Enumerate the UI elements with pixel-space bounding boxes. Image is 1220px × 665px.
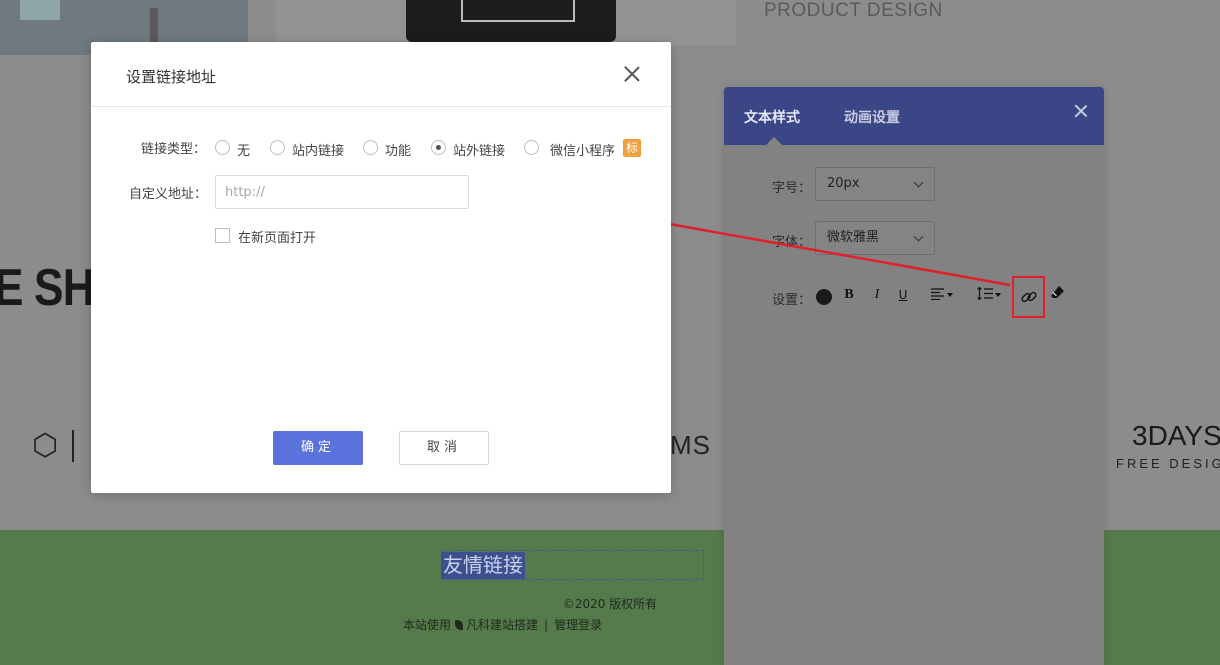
- caret-down-icon: [995, 293, 1001, 297]
- clear-format-button[interactable]: [1049, 285, 1067, 305]
- font-family-label: 字体：: [772, 235, 812, 250]
- radio-circle-selected: [431, 140, 446, 155]
- open-new-page-checkbox[interactable]: [215, 228, 230, 243]
- brand-logo-3days: 3DAYS: [1132, 420, 1220, 451]
- underline-button[interactable]: U: [896, 285, 910, 305]
- open-new-page-label: 在新页面打开: [238, 231, 317, 246]
- panel-close-icon[interactable]: [1074, 104, 1088, 118]
- custom-url-input[interactable]: [215, 175, 469, 209]
- brand-logo-3days-sub: FREE DESIG: [1116, 456, 1220, 471]
- align-button[interactable]: [928, 285, 956, 305]
- radio-circle: [215, 140, 230, 155]
- tab-text-style[interactable]: 文本样式: [744, 107, 800, 127]
- banner-image-product: [276, 0, 736, 45]
- line-height-icon: [977, 286, 993, 301]
- font-size-label: 字号：: [772, 181, 812, 196]
- custom-url-label: 自定义地址：: [129, 187, 208, 202]
- brand-logo-divider: [72, 430, 92, 462]
- caret-down-icon: [947, 293, 953, 297]
- align-left-icon: [931, 288, 944, 301]
- radio-label: 站内链接: [292, 144, 345, 159]
- radio-label: 功能: [385, 144, 412, 159]
- powered-by-line: 本站使用 凡科建站搭建 | 管理登录: [403, 616, 602, 633]
- tab-animation-settings[interactable]: 动画设置: [844, 107, 900, 127]
- radio-label: 无: [237, 144, 251, 159]
- bold-button[interactable]: B: [842, 285, 856, 305]
- radio-circle: [524, 140, 539, 155]
- chevron-down-icon: [913, 231, 924, 242]
- brand-logo-left: ⬡: [32, 429, 59, 462]
- admin-login-link[interactable]: 管理登录: [554, 618, 602, 632]
- text-color-button[interactable]: [816, 289, 832, 305]
- font-family-select[interactable]: 微软雅黑: [815, 221, 935, 255]
- brand-logo-ms: MS: [670, 430, 711, 460]
- powered-brand-link[interactable]: 凡科建站搭建: [466, 618, 538, 632]
- leaf-icon: [455, 620, 464, 630]
- font-size-value: 20px: [827, 176, 860, 191]
- radio-label: 微信小程序: [550, 144, 616, 159]
- font-family-value: 微软雅黑: [827, 230, 880, 245]
- radio-label: 站外链接: [453, 144, 506, 159]
- italic-button[interactable]: I: [870, 285, 884, 305]
- radio-circle: [270, 140, 285, 155]
- line-height-button[interactable]: [974, 285, 1004, 305]
- panel-header: 文本样式 动画设置: [724, 87, 1104, 145]
- friend-links-selected-text[interactable]: 友情链接: [441, 552, 525, 579]
- link-type-label: 链接类型：: [141, 142, 207, 157]
- footer-separator: |: [544, 618, 549, 632]
- radio-circle: [363, 140, 378, 155]
- confirm-button[interactable]: 确定: [273, 431, 363, 465]
- settings-label: 设置：: [772, 293, 812, 308]
- font-size-select[interactable]: 20px: [815, 167, 935, 201]
- link-icon: [1021, 291, 1037, 303]
- insert-link-button[interactable]: [1012, 276, 1045, 318]
- product-design-heading: PRODUCT DESIGN: [764, 0, 943, 21]
- cancel-button[interactable]: 取消: [399, 431, 489, 465]
- close-icon[interactable]: [624, 66, 640, 82]
- dialog-divider: [91, 106, 671, 107]
- label-badge: 标: [623, 139, 641, 157]
- text-style-panel: 文本样式 动画设置 字号： 20px 字体： 微软雅黑 设置： B I U: [724, 87, 1104, 665]
- eraser-icon: [1051, 286, 1064, 298]
- active-tab-caret: [766, 137, 782, 145]
- dialog-title: 设置链接地址: [126, 68, 217, 86]
- powered-prefix: 本站使用: [403, 618, 452, 632]
- set-link-dialog: 设置链接地址 链接类型： 无 站内链接 功能 站外链接 微信小程序 标 自定义地…: [91, 42, 671, 493]
- chevron-down-icon: [913, 177, 924, 188]
